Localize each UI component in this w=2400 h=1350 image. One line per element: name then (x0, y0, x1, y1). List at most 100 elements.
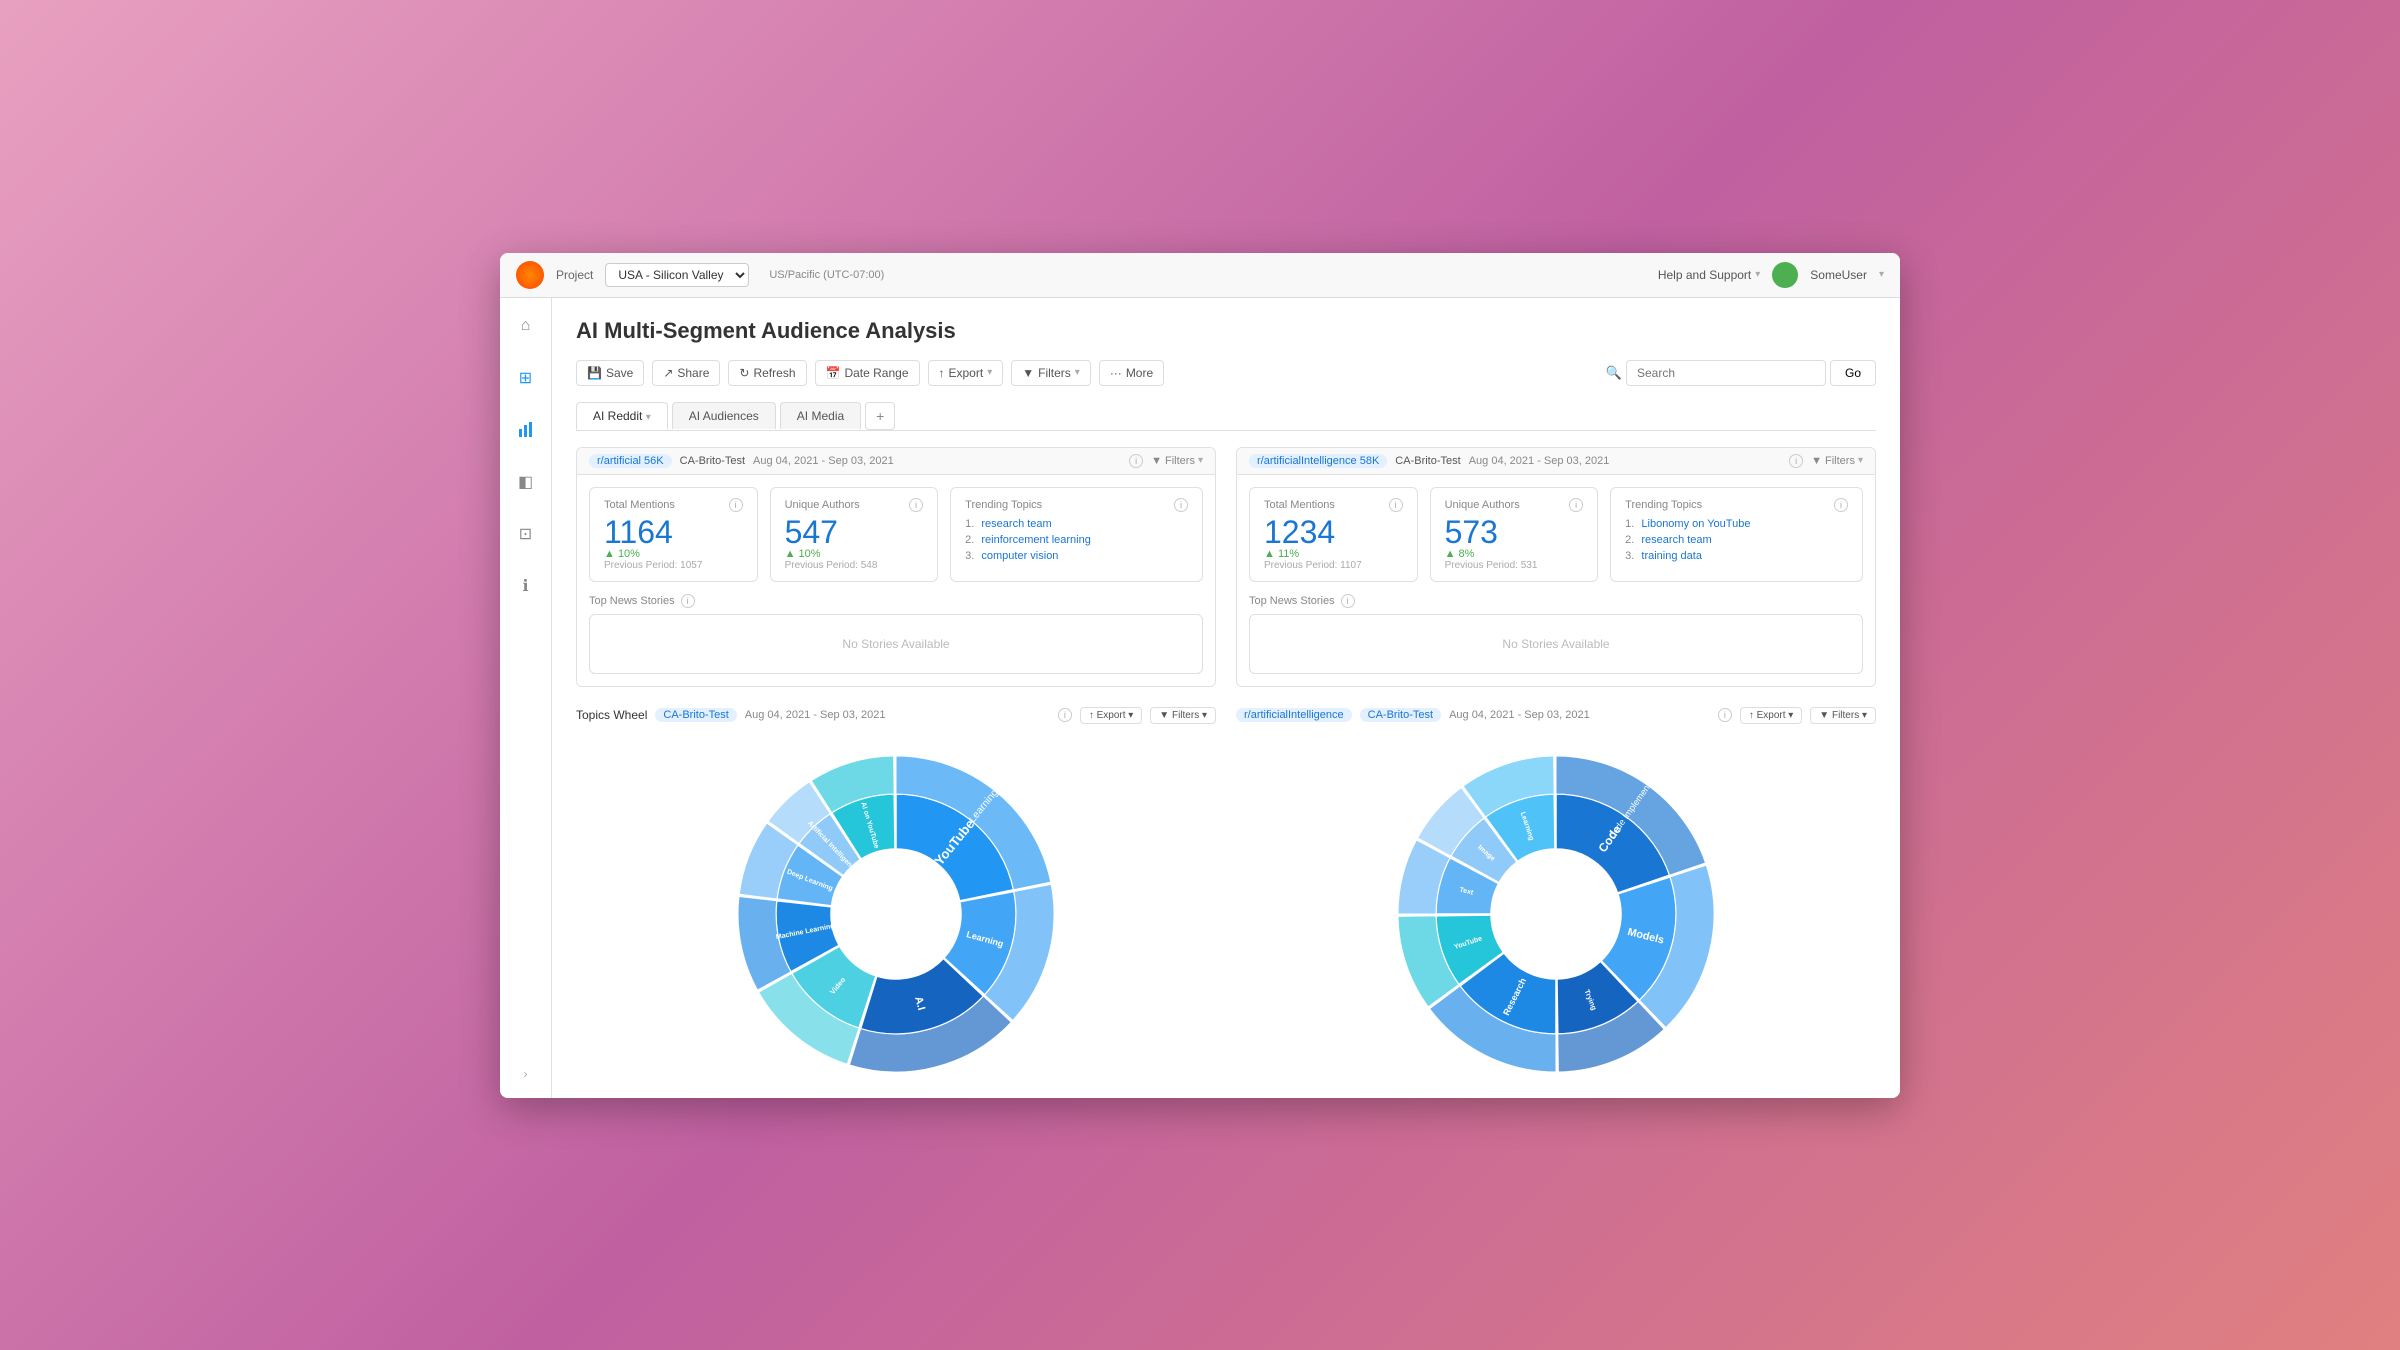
ua-right-change: ▲ 8% (1445, 548, 1584, 560)
panel-right-filter-btn[interactable]: ▼ Filters ▾ (1811, 455, 1863, 467)
timezone-label: US/Pacific (UTC-07:00) (769, 269, 884, 281)
tm-right-prev: Previous Period: 1107 (1264, 560, 1403, 571)
wheel-left-svg: YouTubeLearningLearningA.IVideoMachine L… (726, 744, 1066, 1084)
panel-left-info-icon[interactable]: i (1129, 454, 1143, 468)
user-name: SomeUser (1810, 268, 1867, 282)
panel-right-header: r/artificialIntelligence 58K CA-Brito-Te… (1237, 448, 1875, 475)
topics-wheel-left-label: Topics Wheel (576, 708, 647, 722)
news-card-right: No Stories Available (1249, 614, 1863, 674)
topics-wheel-left-date: Aug 04, 2021 - Sep 03, 2021 (745, 709, 886, 721)
wheel-right-svg: CodeCode ImplementationsModelsTryingRese… (1386, 744, 1726, 1084)
panel-left-filter-btn[interactable]: ▼ Filters ▾ (1151, 455, 1203, 467)
main-content: AI Multi-Segment Audience Analysis 💾 Sav… (552, 298, 1900, 1098)
search-icon: 🔍 (1606, 365, 1622, 381)
filter-icon-left: ▼ (1151, 455, 1162, 467)
filter-left-chevron: ▾ (1198, 455, 1203, 466)
tw-left-filters[interactable]: ▼ Filters ▾ (1150, 707, 1216, 724)
tw-right-filters[interactable]: ▼ Filters ▾ (1810, 707, 1876, 724)
export-button[interactable]: ↑ Export ▾ (928, 360, 1004, 386)
trending-left: Trending Topics i 1. research team (950, 487, 1203, 582)
top-news-left-section: Top News Stories i No Stories Available (589, 594, 1203, 674)
tt-left-info[interactable]: i (1174, 498, 1188, 512)
ua-right-value: 573 (1445, 516, 1584, 548)
tw-left-info[interactable]: i (1058, 708, 1072, 722)
tw-right-export[interactable]: ↑ Export ▾ (1740, 707, 1802, 724)
trending-right-3[interactable]: 3. training data (1625, 548, 1848, 564)
refresh-button[interactable]: ↻ Refresh (728, 360, 806, 386)
topics-wheel-section: Topics Wheel CA-Brito-Test Aug 04, 2021 … (576, 707, 1876, 1084)
go-button[interactable]: Go (1830, 360, 1876, 386)
filters-chevron-icon: ▾ (1075, 367, 1080, 378)
refresh-icon: ↻ (739, 366, 749, 380)
search-bar: 🔍 Go (1606, 360, 1876, 386)
panel-right-date: Aug 04, 2021 - Sep 03, 2021 (1469, 455, 1610, 467)
news-left-info[interactable]: i (681, 594, 695, 608)
filter-icon-right: ▼ (1811, 455, 1822, 467)
unique-authors-right: Unique Authors i 573 ▲ 8% Previous Perio… (1430, 487, 1599, 582)
news-card-left: No Stories Available (589, 614, 1203, 674)
unique-authors-left: Unique Authors i 547 ▲ 10% Previous Peri… (770, 487, 939, 582)
panel-right-segment: r/artificialIntelligence 58K (1249, 454, 1387, 468)
tm-right-info[interactable]: i (1389, 498, 1403, 512)
sidebar-item-metrics[interactable]: ⊡ (510, 518, 542, 550)
ua-left-info[interactable]: i (909, 498, 923, 512)
tt-right-info[interactable]: i (1834, 498, 1848, 512)
stats-grid: r/artificial 56K CA-Brito-Test Aug 04, 2… (576, 447, 1876, 687)
tm-left-value: 1164 (604, 516, 743, 548)
trending-left-3[interactable]: 3. computer vision (965, 548, 1188, 564)
sidebar-item-info[interactable]: ℹ (510, 570, 542, 602)
tw-left-export[interactable]: ↑ Export ▾ (1080, 707, 1142, 724)
sidebar-item-layers[interactable]: ◧ (510, 466, 542, 498)
total-mentions-right: Total Mentions i 1234 ▲ 11% Previous Per… (1249, 487, 1418, 582)
topics-wheel-headers: Topics Wheel CA-Brito-Test Aug 04, 2021 … (576, 707, 1876, 736)
export-chevron-icon: ▾ (987, 367, 992, 378)
panel-left-header: r/artificial 56K CA-Brito-Test Aug 04, 2… (577, 448, 1215, 475)
total-mentions-left: Total Mentions i 1164 ▲ 10% Previous Per… (589, 487, 758, 582)
ua-right-info[interactable]: i (1569, 498, 1583, 512)
topics-wheel-left-segment: CA-Brito-Test (655, 708, 736, 722)
sidebar-collapse-btn[interactable]: › (514, 1062, 538, 1086)
topics-wheel-left-header: Topics Wheel CA-Brito-Test Aug 04, 2021 … (576, 707, 1216, 724)
topics-wheel-right-segment-label: r/artificialIntelligence (1236, 708, 1352, 722)
trending-left-2[interactable]: 2. reinforcement learning (965, 532, 1188, 548)
panel-right-info-icon[interactable]: i (1789, 454, 1803, 468)
share-button[interactable]: ↗ Share (652, 360, 720, 386)
panel-left-stats: Total Mentions i 1164 ▲ 10% Previous Per… (589, 487, 1203, 582)
sidebar-item-home[interactable]: ⌂ (510, 310, 542, 342)
help-button[interactable]: Help and Support ▾ (1658, 268, 1760, 282)
sidebar-item-chart[interactable] (510, 414, 542, 446)
date-range-button[interactable]: 📅 Date Range (815, 360, 920, 386)
ua-left-change: ▲ 10% (785, 548, 924, 560)
filter-icon: ▼ (1022, 366, 1034, 380)
tm-right-value: 1234 (1264, 516, 1403, 548)
tm-left-info[interactable]: i (729, 498, 743, 512)
topics-wheel-right-audience: CA-Brito-Test (1360, 708, 1441, 722)
trending-list-right: 1. Libonomy on YouTube 2. research team … (1625, 516, 1848, 564)
filters-button[interactable]: ▼ Filters ▾ (1011, 360, 1091, 386)
sidebar: ⌂ ⊞ ◧ ⊡ ℹ › (500, 298, 552, 1098)
tab-audiences[interactable]: AI Audiences (672, 402, 776, 429)
save-button[interactable]: 💾 Save (576, 360, 644, 386)
trending-left-1[interactable]: 1. research team (965, 516, 1188, 532)
search-input[interactable] (1626, 360, 1826, 386)
tab-media[interactable]: AI Media (780, 402, 861, 429)
project-select[interactable]: USA - Silicon Valley (605, 263, 749, 287)
share-icon: ↗ (663, 366, 673, 380)
no-stories-left: No Stories Available (842, 637, 949, 651)
news-right-info[interactable]: i (1341, 594, 1355, 608)
panel-right-stats: Total Mentions i 1234 ▲ 11% Previous Per… (1249, 487, 1863, 582)
sidebar-item-grid[interactable]: ⊞ (510, 362, 542, 394)
page-title: AI Multi-Segment Audience Analysis (576, 318, 1876, 344)
tw-right-info[interactable]: i (1718, 708, 1732, 722)
tab-add-button[interactable]: + (865, 402, 895, 430)
wheel-left-container[interactable]: YouTubeLearningLearningA.IVideoMachine L… (576, 744, 1216, 1084)
trending-right-1[interactable]: 1. Libonomy on YouTube (1625, 516, 1848, 532)
wheel-right-container[interactable]: CodeCode ImplementationsModelsTryingRese… (1236, 744, 1876, 1084)
trending-right: Trending Topics i 1. Libonomy on YouTube (1610, 487, 1863, 582)
top-news-right-section: Top News Stories i No Stories Available (1249, 594, 1863, 674)
trending-list-left: 1. research team 2. reinforcement learni… (965, 516, 1188, 564)
save-icon: 💾 (587, 366, 602, 380)
trending-right-2[interactable]: 2. research team (1625, 532, 1848, 548)
more-button[interactable]: ··· More (1099, 360, 1164, 386)
tab-reddit[interactable]: AI Reddit ▾ (576, 402, 668, 430)
